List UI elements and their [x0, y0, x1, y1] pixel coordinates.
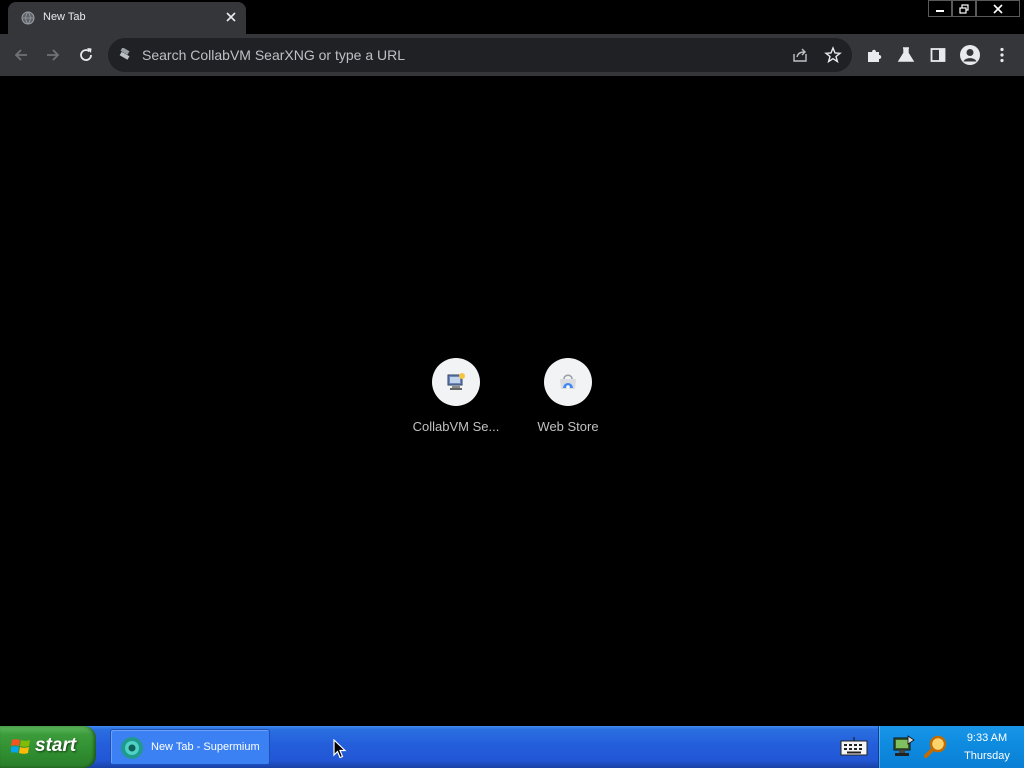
- browser-toolbar: [0, 34, 1024, 76]
- shortcut-icon-container: [544, 358, 592, 406]
- taskbar-item-label: New Tab - Supermium: [151, 741, 260, 753]
- title-bar: New Tab: [0, 0, 1024, 34]
- close-icon[interactable]: [224, 10, 238, 24]
- globe-icon: [21, 11, 35, 25]
- search-magnifier-icon[interactable]: [923, 734, 949, 760]
- shortcut-label: Web Store: [537, 419, 599, 434]
- web-store-icon: [560, 374, 576, 389]
- omnibox-input[interactable]: [142, 45, 742, 65]
- back-arrow-icon: [14, 49, 27, 61]
- omnibox[interactable]: [108, 38, 852, 72]
- side-panel-icon: [930, 48, 946, 62]
- shortcut-icon-container: [432, 358, 480, 406]
- mouse-cursor-icon: [333, 739, 347, 759]
- supermium-icon: [121, 737, 143, 759]
- clock-time: 9:33 AM: [966, 732, 1008, 744]
- network-icon[interactable]: [891, 734, 917, 760]
- reload-icon: [80, 48, 92, 61]
- clock-day: Thursday: [964, 750, 1010, 762]
- taskbar-item-supermium[interactable]: New Tab - Supermium: [110, 729, 270, 765]
- restore-icon: [959, 3, 969, 14]
- menu-button[interactable]: [990, 43, 1014, 67]
- avatar-icon: [960, 45, 980, 65]
- search-engine-icon: [119, 48, 130, 60]
- screen: New Tab Search CollabVM SearXNG or type …: [0, 0, 1024, 768]
- tab-title: New Tab: [43, 11, 86, 23]
- profile-button[interactable]: [958, 43, 982, 67]
- flask-icon: [897, 47, 915, 62]
- minimize-icon: [936, 9, 944, 12]
- puzzle-icon: [868, 49, 882, 62]
- windows-logo-icon: [11, 739, 30, 754]
- keyboard-icon[interactable]: [840, 736, 868, 758]
- shortcut-web-store[interactable]: Web Store: [512, 352, 624, 452]
- kebab-menu-icon: [1000, 47, 1004, 63]
- collabvm-icon: [447, 373, 465, 390]
- labs-button[interactable]: [894, 43, 918, 67]
- shortcut-label: CollabVM Se...: [412, 419, 500, 434]
- start-label: start: [35, 735, 77, 756]
- window-close-button[interactable]: [976, 0, 1020, 17]
- close-icon: [993, 3, 1003, 14]
- taskbar: start New Tab - Supermium 9:33 AM Thursd…: [0, 726, 1024, 768]
- shortcut-collabvm[interactable]: CollabVM Se...: [400, 352, 512, 452]
- reload-button[interactable]: [74, 43, 98, 67]
- minimize-button[interactable]: [928, 0, 952, 17]
- share-icon[interactable]: [791, 46, 809, 64]
- forward-button[interactable]: [41, 43, 65, 67]
- start-button[interactable]: start: [0, 726, 96, 768]
- extensions-button[interactable]: [862, 43, 886, 67]
- star-icon[interactable]: [824, 46, 842, 64]
- forward-arrow-icon: [47, 49, 60, 61]
- system-tray: 9:33 AM Thursday: [878, 726, 1024, 768]
- new-tab-page: CollabVM Se... Web Store: [0, 76, 1024, 726]
- back-button[interactable]: [9, 43, 33, 67]
- restore-button[interactable]: [952, 0, 976, 17]
- tab-new-tab[interactable]: New Tab: [8, 2, 246, 34]
- side-panel-button[interactable]: [926, 43, 950, 67]
